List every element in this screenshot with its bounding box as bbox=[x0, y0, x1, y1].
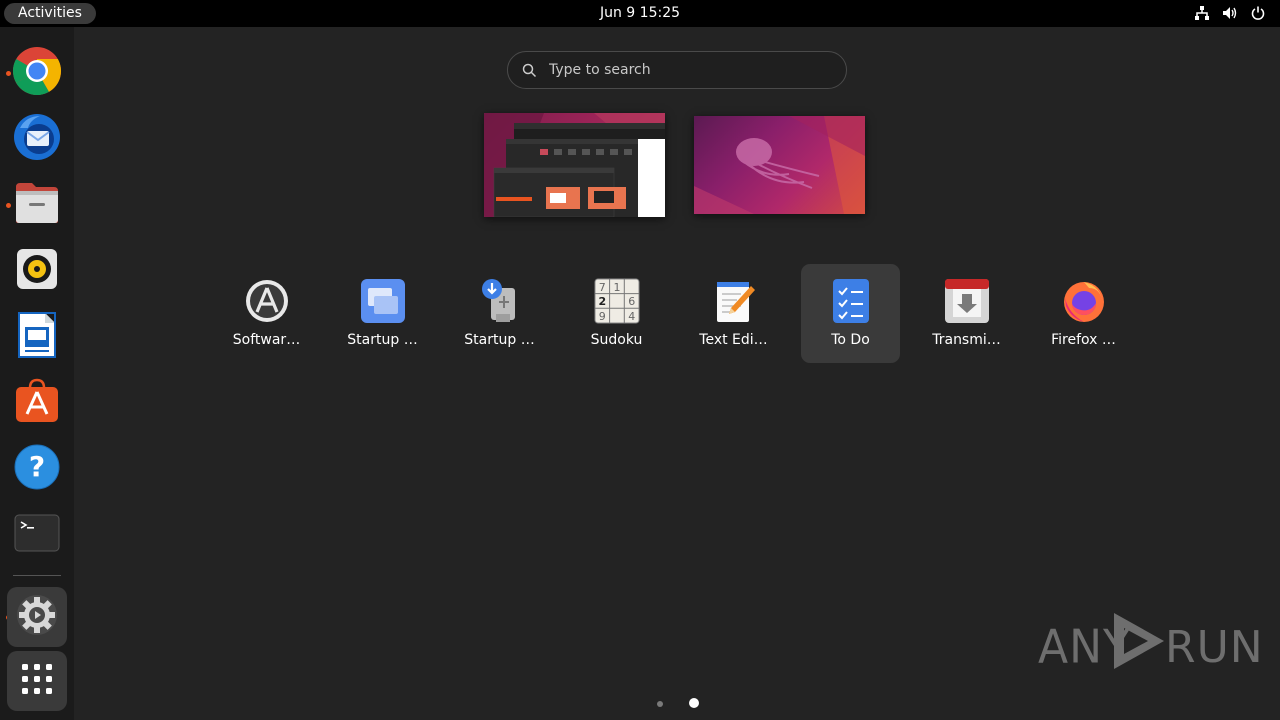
workspace-1-preview bbox=[484, 113, 665, 217]
todo-icon bbox=[828, 278, 874, 324]
workspace-2-preview bbox=[694, 116, 865, 214]
transmission-icon bbox=[944, 278, 990, 324]
dock-item-chrome[interactable] bbox=[7, 43, 67, 103]
app-label: Startup … bbox=[464, 332, 535, 348]
app-tile-sudoku[interactable]: 7 1 2 6 9 4 Sudoku bbox=[567, 264, 666, 363]
workspace-thumbnail-1[interactable] bbox=[484, 113, 665, 217]
sudoku-cell: 1 bbox=[614, 281, 621, 294]
dock-item-ubuntu-software[interactable] bbox=[7, 373, 67, 433]
app-label: Softwar… bbox=[232, 332, 301, 348]
app-grid-icon bbox=[21, 663, 53, 699]
system-tray[interactable] bbox=[1194, 4, 1266, 22]
dock-item-rhythmbox[interactable] bbox=[7, 241, 67, 301]
clock[interactable]: Jun 9 15:25 bbox=[0, 0, 1280, 27]
app-label: Firefox … bbox=[1051, 332, 1116, 348]
app-tile-firefox[interactable]: Firefox … bbox=[1034, 264, 1133, 363]
top-bar: Activities Jun 9 15:25 bbox=[0, 0, 1280, 27]
svg-text:?: ? bbox=[29, 450, 45, 483]
jellyfish-icon bbox=[736, 138, 820, 189]
page-indicator-2[interactable] bbox=[689, 698, 699, 708]
thunderbird-icon bbox=[12, 112, 62, 166]
app-tile-startup-disk-creator[interactable]: Startup … bbox=[450, 264, 549, 363]
app-label: To Do bbox=[831, 332, 870, 348]
anyrun-watermark: ANY RUN bbox=[1038, 608, 1263, 674]
writer-icon bbox=[17, 311, 57, 363]
firefox-icon bbox=[1061, 278, 1107, 324]
rhythmbox-icon bbox=[15, 247, 59, 295]
sudoku-cell: 6 bbox=[628, 295, 635, 308]
app-tile-startup-applications[interactable]: Startup … bbox=[333, 264, 432, 363]
search-input[interactable] bbox=[549, 52, 829, 88]
terminal-icon bbox=[14, 514, 60, 556]
help-icon: ? bbox=[14, 444, 60, 494]
app-tile-software-updater[interactable]: Softwar… bbox=[217, 264, 316, 363]
app-tile-transmission[interactable]: Transmi… bbox=[917, 264, 1016, 363]
software-updater-icon bbox=[244, 278, 290, 324]
workspace-thumbnail-2[interactable] bbox=[694, 116, 865, 214]
dock-item-settings[interactable] bbox=[7, 587, 67, 647]
sudoku-cell: 7 bbox=[599, 281, 606, 294]
volume-icon[interactable] bbox=[1222, 4, 1238, 22]
dock-item-help[interactable]: ? bbox=[7, 439, 67, 499]
network-icon[interactable] bbox=[1194, 4, 1210, 22]
text-editor-icon bbox=[711, 278, 757, 324]
search-icon bbox=[522, 63, 537, 82]
chrome-icon bbox=[12, 46, 62, 100]
watermark-text-run: RUN bbox=[1165, 622, 1264, 673]
dock-item-thunderbird[interactable] bbox=[7, 109, 67, 169]
app-tile-todo[interactable]: To Do bbox=[801, 264, 900, 363]
search-bar[interactable] bbox=[507, 51, 847, 89]
settings-icon bbox=[15, 593, 59, 641]
power-icon[interactable] bbox=[1250, 4, 1266, 22]
sudoku-cell: 9 bbox=[599, 310, 606, 323]
dock-separator bbox=[13, 575, 61, 576]
play-icon bbox=[1110, 610, 1168, 676]
ubuntu-software-icon bbox=[14, 378, 60, 428]
sudoku-cell: 4 bbox=[628, 310, 635, 323]
dock-item-terminal[interactable] bbox=[7, 505, 67, 565]
startup-disk-creator-icon bbox=[477, 278, 523, 324]
dock-item-writer[interactable] bbox=[7, 307, 67, 367]
startup-applications-icon bbox=[360, 278, 406, 324]
app-label: Startup … bbox=[347, 332, 418, 348]
app-tile-text-editor[interactable]: Text Edi… bbox=[684, 264, 783, 363]
app-label: Transmi… bbox=[932, 332, 1001, 348]
dock-item-show-applications[interactable] bbox=[7, 651, 67, 711]
sudoku-icon: 7 1 2 6 9 4 bbox=[594, 278, 640, 324]
sudoku-cell: 2 bbox=[598, 295, 606, 308]
app-label: Text Edi… bbox=[699, 332, 768, 348]
dock: ? bbox=[0, 27, 74, 720]
page-indicator-1[interactable] bbox=[657, 701, 663, 707]
files-icon bbox=[14, 181, 60, 229]
app-label: Sudoku bbox=[590, 332, 643, 348]
dock-item-files[interactable] bbox=[7, 175, 67, 235]
